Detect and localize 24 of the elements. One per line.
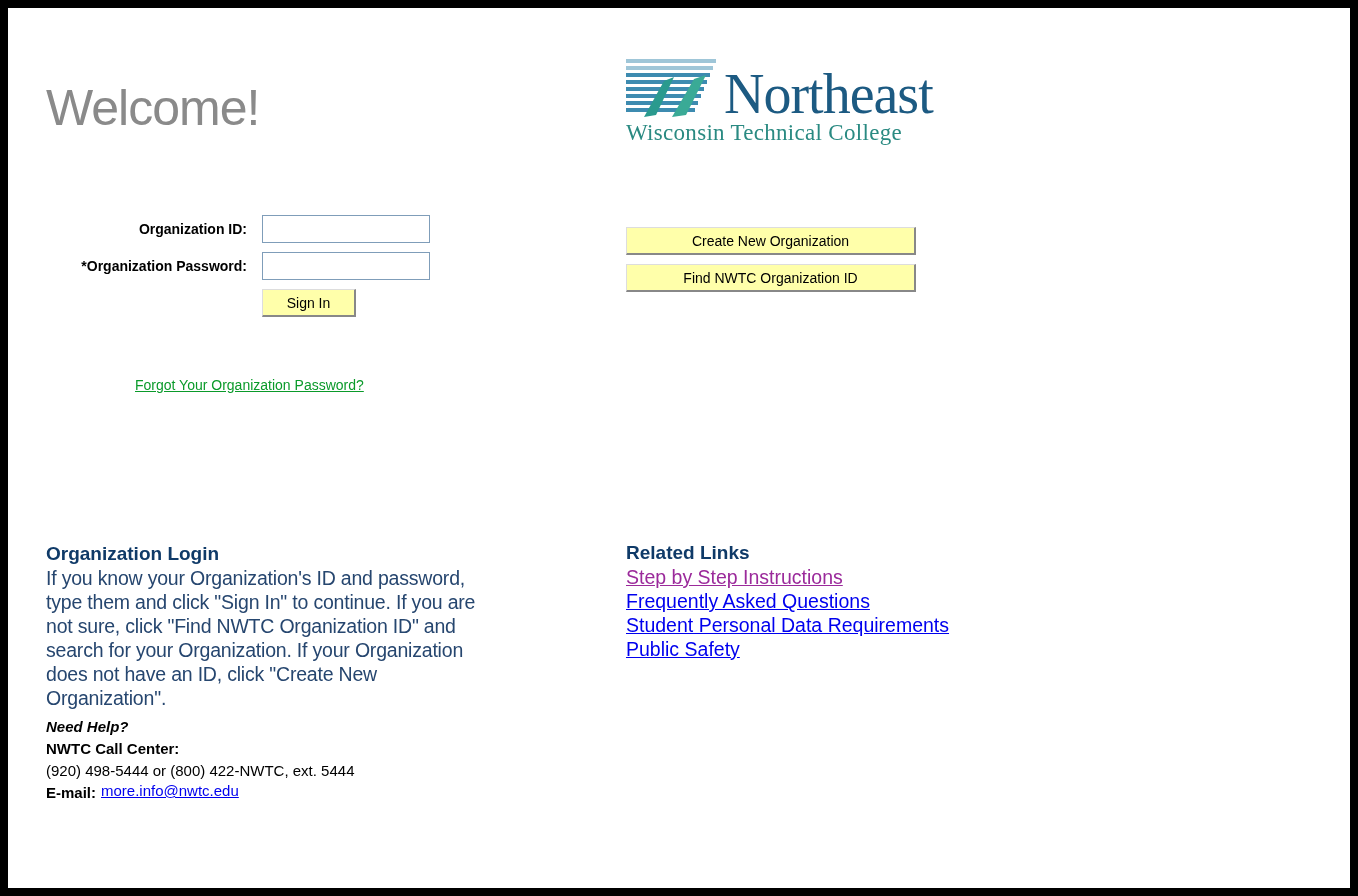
logo-stripes-icon (626, 57, 718, 119)
forgot-password-link[interactable]: Forgot Your Organization Password? (135, 377, 364, 393)
related-link[interactable]: Public Safety (626, 637, 740, 661)
section-title: Related Links (626, 541, 750, 565)
input-field[interactable] (262, 252, 430, 280)
phone-text: (920) 498-5444 or (800) 422-NWTC, ext. 5444 (46, 761, 355, 781)
field-label: *Organization Password: (80, 258, 247, 274)
help-title: Need Help? (46, 717, 129, 737)
call-center-label: NWTC Call Center: (46, 739, 180, 759)
action-button[interactable]: Create New Organization (626, 227, 916, 255)
section-title: Organization Login (46, 542, 220, 566)
welcome-heading: Welcome! (46, 79, 260, 138)
email-link[interactable]: more.info@nwtc.edu (101, 782, 239, 799)
logo-name: Northeast (724, 69, 933, 119)
info-paragraph: If you know your Organization's ID and password, type them and click "Sign In" to continue. If you are not sure, click "Find NWTC Organization ID" and search for your Organization. If your Organization does not have an ID, click "Create New Organization". (46, 566, 477, 710)
email-label: E-mail: (46, 783, 96, 803)
related-link[interactable]: Step by Step Instructions (626, 565, 843, 589)
field-label: Organization ID: (137, 221, 247, 237)
input-field[interactable] (262, 215, 430, 243)
action-button[interactable]: Find NWTC Organization ID (626, 264, 916, 292)
logo-subtitle: Wisconsin Technical College (626, 119, 903, 147)
related-link[interactable]: Frequently Asked Questions (626, 589, 870, 613)
sign-in-button[interactable]: Sign In (262, 289, 356, 317)
related-link[interactable]: Student Personal Data Requirements (626, 613, 950, 637)
